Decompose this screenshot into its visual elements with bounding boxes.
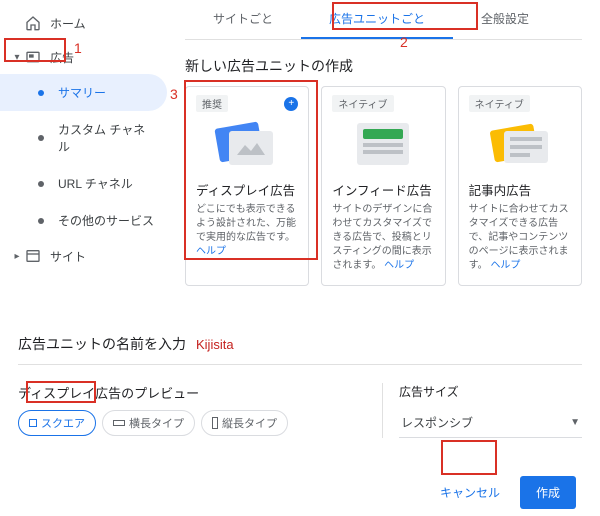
cancel-button[interactable]: キャンセル: [440, 484, 500, 501]
caret-down-icon: ▼: [570, 417, 580, 428]
card-badge: 推奨: [196, 95, 228, 112]
infeed-ad-illustration-icon: [332, 116, 434, 172]
sidebar-item-url-channel[interactable]: URL チャネル: [0, 165, 167, 202]
sidebar-home-label: ホーム: [50, 15, 86, 32]
chevron-right-icon: ▸: [10, 251, 24, 262]
tab-by-site[interactable]: サイトごと: [185, 0, 301, 39]
unit-name-annotation: Kijisita: [196, 337, 234, 352]
bullet-icon: [38, 181, 44, 187]
card-infeed-ad[interactable]: ネイティブ インフィード広告 サイトのデザインに合わせてカスタマイズできる広告で…: [321, 86, 445, 286]
card-desc: サイトに合わせてカスタマイズできる広告で、記事やコンテンツのページに表示されます…: [469, 203, 571, 273]
sidebar-item-label: サマリー: [58, 84, 106, 101]
divider: [18, 364, 582, 365]
chevron-down-icon: ▾: [10, 52, 24, 63]
ad-size-select[interactable]: レスポンシブ ▼: [399, 408, 582, 438]
chip-square[interactable]: スクエア: [18, 410, 96, 436]
sidebar-item-label: その他のサービス: [58, 212, 154, 229]
sidebar-item-label: URL チャネル: [58, 175, 133, 192]
create-button[interactable]: 作成: [520, 476, 576, 509]
footer-actions: キャンセル 作成: [18, 476, 582, 509]
card-title: インフィード広告: [332, 180, 434, 199]
sidebar-item-label: カスタム チャネル: [58, 121, 157, 155]
plus-icon: +: [284, 97, 298, 111]
tab-general-settings[interactable]: 全般設定: [453, 0, 557, 39]
help-link[interactable]: ヘルプ: [490, 260, 520, 271]
help-link[interactable]: ヘルプ: [196, 246, 226, 257]
home-icon: [24, 14, 42, 32]
sidebar: ホーム ▾ 広告 サマリー カスタム チャネル URL チャネル: [0, 0, 175, 286]
chip-label: 横長タイプ: [129, 415, 184, 431]
card-display-ad[interactable]: 推奨 + ディスプレイ広告 どこにでも表示できるよう設計された、万能で実用的な広…: [185, 86, 309, 286]
display-ad-illustration-icon: [196, 116, 298, 172]
ads-icon: [24, 48, 42, 66]
chip-vertical[interactable]: 縦長タイプ: [201, 410, 288, 436]
card-inarticle-ad[interactable]: ネイティブ 記事内広告 サイトに合わせてカスタマイズできる広告で、記事やコンテン…: [458, 86, 582, 286]
main-content: サイトごと 広告ユニットごと 全般設定 新しい広告ユニットの作成 推奨 + ディ…: [175, 0, 600, 286]
card-badge: ネイティブ: [332, 95, 393, 112]
sidebar-ads[interactable]: ▾ 広告: [0, 40, 175, 74]
bullet-icon: [38, 218, 44, 224]
chip-label: 縦長タイプ: [222, 415, 277, 431]
sidebar-sites[interactable]: ▸ サイト: [0, 239, 175, 273]
card-desc: どこにでも表示できるよう設計された、万能で実用的な広告です。 ヘルプ: [196, 203, 298, 259]
tab-label: 全般設定: [481, 12, 529, 26]
square-icon: [29, 419, 37, 427]
sidebar-item-summary[interactable]: サマリー: [0, 74, 167, 111]
card-title: 記事内広告: [469, 180, 571, 199]
sidebar-item-other-services[interactable]: その他のサービス: [0, 202, 167, 239]
chip-horizontal[interactable]: 横長タイプ: [102, 410, 195, 436]
ad-type-cards: 推奨 + ディスプレイ広告 どこにでも表示できるよう設計された、万能で実用的な広…: [185, 86, 582, 286]
ad-size-title: 広告サイズ: [399, 383, 582, 400]
tab-by-ad-unit[interactable]: 広告ユニットごと: [301, 0, 453, 39]
sidebar-ads-label: 広告: [50, 49, 74, 66]
tabs: サイトごと 広告ユニットごと 全般設定: [185, 0, 582, 40]
card-badge: ネイティブ: [469, 95, 530, 112]
preview-title: ディスプレイ広告のプレビュー: [18, 383, 358, 402]
bullet-icon: [38, 90, 44, 96]
tab-label: 広告ユニットごと: [329, 12, 425, 26]
unit-name-label: 広告ユニットの名前を入力: [18, 334, 186, 354]
sidebar-item-custom-channel[interactable]: カスタム チャネル: [0, 111, 167, 165]
sites-icon: [24, 247, 42, 265]
card-title: ディスプレイ広告: [196, 180, 298, 199]
rect-vertical-icon: [212, 417, 218, 429]
sidebar-home[interactable]: ホーム: [0, 6, 175, 40]
section-title: 新しい広告ユニットの作成: [185, 56, 582, 76]
card-desc: サイトのデザインに合わせてカスタマイズできる広告で、投稿とリスティングの間に表示…: [332, 203, 434, 273]
ad-size-value: レスポンシブ: [401, 414, 473, 431]
chip-label: スクエア: [41, 415, 85, 431]
preview-chips: スクエア 横長タイプ 縦長タイプ: [18, 410, 358, 436]
bullet-icon: [38, 135, 44, 141]
help-link[interactable]: ヘルプ: [384, 260, 414, 271]
sidebar-sites-label: サイト: [50, 248, 86, 265]
inarticle-ad-illustration-icon: [469, 116, 571, 172]
rect-horizontal-icon: [113, 420, 125, 426]
tab-label: サイトごと: [213, 12, 273, 26]
